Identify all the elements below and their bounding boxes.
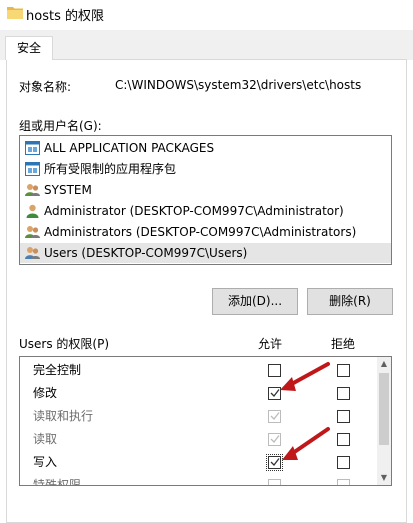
permission-label: 完全控制 bbox=[33, 363, 82, 377]
annotation-arrow-icon bbox=[280, 362, 330, 391]
permission-label: 修改 bbox=[33, 386, 58, 400]
users-group-icon bbox=[25, 184, 40, 196]
remove-button[interactable]: 删除(R) bbox=[307, 288, 393, 315]
deny-header: 拒绝 bbox=[331, 337, 356, 351]
checkmark-icon bbox=[270, 412, 280, 420]
group-list[interactable]: ALL APPLICATION PACKAGES 所有受限制的应用程序包 SYS… bbox=[19, 135, 392, 265]
deny-checkbox-disabled bbox=[337, 479, 350, 485]
folder-icon bbox=[7, 7, 23, 19]
users-group-icon bbox=[25, 226, 40, 238]
group-item[interactable]: ALL APPLICATION PACKAGES bbox=[20, 138, 391, 158]
permissions-scrollbar[interactable]: ▲ ▼ bbox=[377, 357, 391, 485]
group-item-label: Administrator (DESKTOP-COM997C\Administr… bbox=[44, 204, 344, 218]
permission-label: 读取 bbox=[33, 432, 58, 446]
deny-checkbox[interactable] bbox=[337, 433, 350, 446]
group-item-label: Administrators (DESKTOP-COM997C\Administ… bbox=[44, 225, 357, 239]
group-item[interactable]: Administrator (DESKTOP-COM997C\Administr… bbox=[20, 201, 391, 221]
group-item-label: Users (DESKTOP-COM997C\Users) bbox=[44, 246, 248, 260]
scroll-down-icon[interactable]: ▼ bbox=[377, 471, 391, 485]
group-item-selected[interactable]: Users (DESKTOP-COM997C\Users) bbox=[20, 243, 391, 263]
permission-label: 特殊权限 bbox=[33, 478, 82, 486]
deny-checkbox[interactable] bbox=[337, 387, 350, 400]
user-icon bbox=[26, 204, 39, 218]
permissions-label: Users 的权限(P) bbox=[19, 337, 110, 351]
tab-strip bbox=[0, 30, 413, 60]
group-item-label: 所有受限制的应用程序包 bbox=[44, 162, 177, 176]
group-list-label: 组或用户名(G): bbox=[19, 119, 102, 133]
tab-security[interactable]: 安全 bbox=[5, 36, 53, 60]
annotation-arrow-icon bbox=[282, 427, 330, 460]
permission-label: 写入 bbox=[33, 455, 58, 469]
object-name-label: 对象名称: bbox=[19, 80, 72, 94]
group-item-label: SYSTEM bbox=[44, 183, 92, 197]
group-item[interactable]: Administrators (DESKTOP-COM997C\Administ… bbox=[20, 222, 391, 242]
window-title: hosts 的权限 bbox=[26, 9, 104, 24]
group-item[interactable]: 所有受限制的应用程序包 bbox=[20, 159, 391, 179]
package-group-icon bbox=[25, 141, 40, 155]
allow-checkbox-disabled bbox=[268, 410, 281, 423]
scroll-thumb[interactable] bbox=[379, 373, 389, 445]
users-group-icon bbox=[25, 247, 40, 259]
group-item[interactable]: SYSTEM bbox=[20, 180, 391, 200]
permission-row: 特殊权限 bbox=[20, 474, 376, 486]
package-group-icon bbox=[25, 162, 40, 176]
deny-checkbox[interactable] bbox=[337, 410, 350, 423]
allow-checkbox-disabled bbox=[268, 479, 281, 485]
allow-header: 允许 bbox=[258, 337, 283, 351]
add-button[interactable]: 添加(D)... bbox=[212, 288, 298, 315]
group-item-label: ALL APPLICATION PACKAGES bbox=[44, 141, 215, 155]
deny-checkbox[interactable] bbox=[337, 364, 350, 377]
scroll-up-icon[interactable]: ▲ bbox=[377, 357, 391, 371]
permission-label: 读取和执行 bbox=[33, 409, 94, 423]
object-name-value: C:\WINDOWS\system32\drivers\etc\hosts bbox=[115, 78, 362, 92]
permissions-list[interactable]: 完全控制 修改 读取和执行 读取 写入 特殊权限 ▲ ▼ bbox=[19, 356, 392, 486]
deny-checkbox[interactable] bbox=[337, 456, 350, 469]
